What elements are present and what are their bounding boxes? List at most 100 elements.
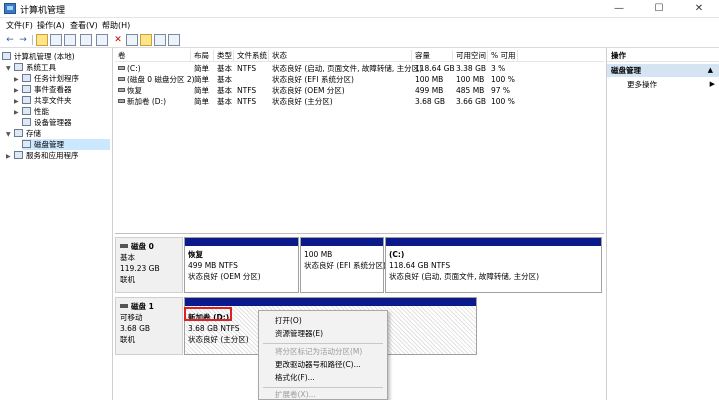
- tree-item-event-viewer[interactable]: ▶ 事件查看器: [14, 84, 72, 95]
- partition-name: 恢复: [188, 250, 203, 259]
- disk-icon: [22, 140, 31, 148]
- menu-item-open[interactable]: 打开(O): [259, 314, 387, 327]
- maximize-button[interactable]: ☐: [639, 0, 679, 18]
- column-header-status[interactable]: 状态: [269, 50, 412, 62]
- back-icon[interactable]: ←: [4, 34, 16, 46]
- table-row[interactable]: (磁盘 0 磁盘分区 2) 简单 基本 状态良好 (EFI 系统分区) 100 …: [115, 74, 604, 85]
- cell-status: 状态良好 (OEM 分区): [272, 86, 345, 95]
- cell-free-space: 3.38 GB: [456, 64, 487, 73]
- disk0-name: 磁盘 0: [120, 241, 178, 252]
- cell-layout: 简单: [194, 86, 209, 95]
- volume-icon: [118, 66, 125, 70]
- cell-percent-free: 3 %: [491, 64, 506, 73]
- tree-item-storage[interactable]: ▼ 存储: [6, 128, 41, 139]
- cell-percent-free: 100 %: [491, 75, 515, 84]
- cell-type: 基本: [217, 64, 232, 73]
- partition-size: 499 MB NTFS: [188, 261, 238, 270]
- actions-section-label: 磁盘管理: [611, 66, 641, 75]
- cell-free-space: 3.66 GB: [456, 97, 487, 106]
- chevron-right-icon[interactable]: ▶: [710, 79, 715, 90]
- cell-type: 基本: [217, 97, 232, 106]
- partition-efi[interactable]: 100 MB 状态良好 (EFI 系统分区): [300, 237, 386, 293]
- menu-help[interactable]: 帮助(H): [102, 20, 130, 31]
- disk1-label[interactable]: 磁盘 1 可移动 3.68 GB 联机: [115, 297, 183, 355]
- column-header-filesystem[interactable]: 文件系统: [234, 50, 269, 62]
- view-icon[interactable]: [154, 34, 166, 46]
- cell-status: 状态良好 (主分区): [272, 97, 333, 106]
- partition-size: 118.64 GB NTFS: [389, 261, 451, 270]
- partition-name: (C:): [389, 250, 405, 259]
- tree-item-device-manager[interactable]: 设备管理器: [22, 117, 72, 128]
- partition-c[interactable]: (C:) 118.64 GB NTFS 状态良好 (启动, 页面文件, 故障转储…: [385, 237, 602, 293]
- disk0-size: 119.23 GB: [120, 264, 160, 273]
- minimize-button[interactable]: —: [599, 0, 639, 18]
- menu-action[interactable]: 操作(A): [37, 20, 65, 31]
- help-icon[interactable]: [80, 34, 92, 46]
- storage-icon: [14, 129, 23, 137]
- clock-icon: [22, 74, 31, 82]
- refresh-icon[interactable]: [96, 34, 108, 46]
- cell-type: 基本: [217, 86, 232, 95]
- window-title: 计算机管理: [20, 6, 66, 16]
- expand-right-icon[interactable]: ▶: [6, 151, 14, 162]
- partition-size: 100 MB: [304, 250, 333, 259]
- column-header-free-space[interactable]: 可用空间: [453, 50, 488, 62]
- menu-item-explorer[interactable]: 资源管理器(E): [259, 327, 387, 340]
- partition-status: 状态良好 (OEM 分区): [188, 272, 261, 281]
- table-row[interactable]: (C:) 简单 基本 NTFS 状态良好 (启动, 页面文件, 故障转储, 主分…: [115, 63, 604, 74]
- tree-item-task-scheduler[interactable]: ▶ 任务计划程序: [14, 73, 79, 84]
- delete-icon[interactable]: ✕: [112, 34, 124, 46]
- cell-type: 基本: [217, 75, 232, 84]
- folder-icon[interactable]: [36, 34, 48, 46]
- tree-item-performance[interactable]: ▶ 性能: [14, 106, 49, 117]
- menu-item-change-drive-letter[interactable]: 更改驱动器号和路径(C)...: [259, 358, 387, 371]
- expand-down-icon[interactable]: ▼: [6, 63, 14, 74]
- expand-down-icon[interactable]: ▼: [6, 129, 14, 140]
- disk0-label[interactable]: 磁盘 0 基本 119.23 GB 联机: [115, 237, 183, 293]
- column-header-percent-free[interactable]: % 可用: [488, 50, 518, 62]
- more-actions-link[interactable]: 更多操作: [627, 79, 657, 90]
- collapse-icon[interactable]: ▲: [708, 64, 713, 77]
- menu-file[interactable]: 文件(F): [6, 20, 33, 31]
- tree-item-disk-management[interactable]: 磁盘管理: [22, 139, 110, 150]
- volume-list: 卷 布局 类型 文件系统 状态 容量 可用空间 % 可用 (C:) 简单 基本 …: [115, 48, 604, 234]
- close-button[interactable]: ✕: [679, 0, 719, 18]
- check-icon[interactable]: [126, 34, 138, 46]
- tree-item-shared-folders[interactable]: ▶ 共享文件夹: [14, 95, 72, 106]
- computer-management-icon: [4, 3, 16, 14]
- menu-item-mark-active: 将分区标记为活动分区(M): [275, 347, 363, 356]
- column-header-capacity[interactable]: 容量: [412, 50, 453, 62]
- cell-volume: (C:): [115, 63, 141, 74]
- grid-icon[interactable]: [50, 34, 62, 46]
- event-icon: [22, 85, 31, 93]
- export-icon[interactable]: [140, 34, 152, 46]
- navigation-tree: 计算机管理 (本地) ▼ 系统工具 ▶ 任务计划程序 ▶ 事件查看器 ▶ 共享文件夹 ▶…: [0, 48, 113, 400]
- tree-item-services-apps[interactable]: ▶ 服务和应用程序: [6, 150, 79, 161]
- column-header-layout[interactable]: 布局: [191, 50, 214, 62]
- settings-icon[interactable]: [168, 34, 180, 46]
- actions-header: 操作: [607, 50, 719, 62]
- device-icon: [22, 118, 31, 126]
- column-header-volume[interactable]: 卷: [115, 50, 191, 62]
- expand-right-icon[interactable]: ▶: [14, 107, 22, 118]
- volume-icon: [118, 99, 125, 103]
- properties-icon[interactable]: [64, 34, 76, 46]
- table-row[interactable]: 新加卷 (D:) 简单 基本 NTFS 状态良好 (主分区) 3.68 GB 3…: [115, 96, 604, 107]
- table-row[interactable]: 恢复 简单 基本 NTFS 状态良好 (OEM 分区) 499 MB 485 M…: [115, 85, 604, 96]
- menu-view[interactable]: 查看(V): [70, 20, 98, 31]
- tree-item-root[interactable]: 计算机管理 (本地): [2, 51, 75, 62]
- cell-percent-free: 97 %: [491, 86, 511, 95]
- disk1-size: 3.68 GB: [120, 324, 151, 333]
- actions-section-disk-management[interactable]: 磁盘管理 ▲: [607, 64, 719, 77]
- disk1-type: 可移动: [120, 313, 143, 322]
- forward-icon[interactable]: →: [17, 34, 29, 46]
- performance-icon: [22, 107, 31, 115]
- menu-item-format[interactable]: 格式化(F)...: [259, 371, 387, 384]
- cell-volume: (磁盘 0 磁盘分区 2): [115, 74, 195, 85]
- services-icon: [14, 151, 23, 159]
- column-header-type[interactable]: 类型: [214, 50, 234, 62]
- disk1-name: 磁盘 1: [120, 301, 178, 312]
- partition-recovery[interactable]: 恢复 499 MB NTFS 状态良好 (OEM 分区): [184, 237, 299, 293]
- tree-item-system-tools[interactable]: ▼ 系统工具: [6, 62, 56, 73]
- cell-capacity: 3.68 GB: [415, 97, 446, 106]
